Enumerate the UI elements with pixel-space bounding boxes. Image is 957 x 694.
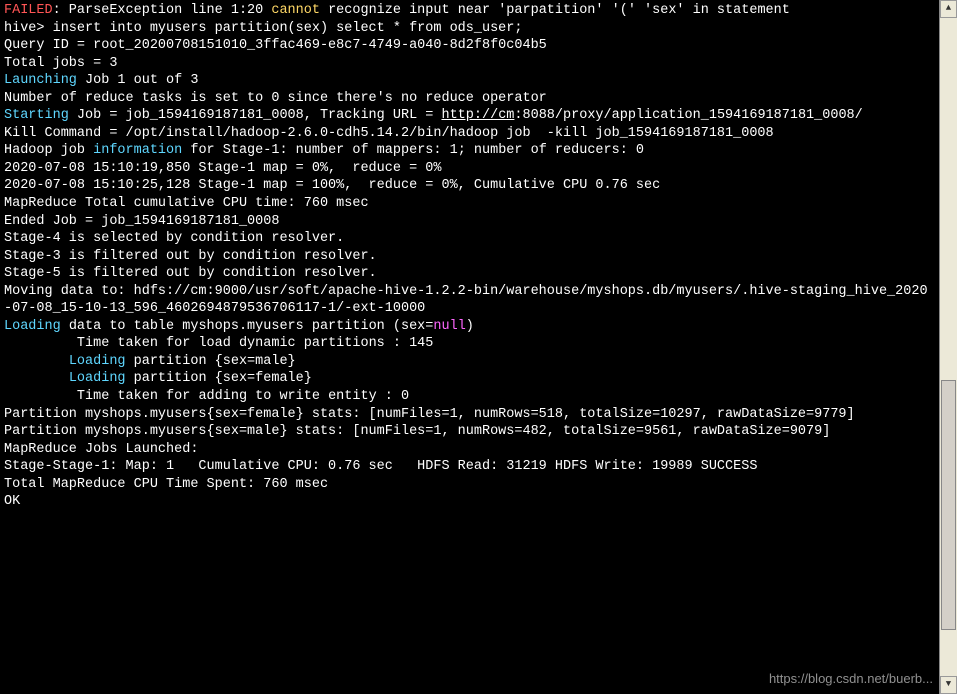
terminal-line: Loading data to table myshops.myusers pa… <box>4 318 932 336</box>
terminal-text: Total jobs = 3 <box>4 56 117 71</box>
terminal-text: 2020-07-08 15:10:19,850 Stage-1 map = 0%… <box>4 161 441 176</box>
terminal-text: Moving data to: hdfs://cm:9000/usr/soft/… <box>4 284 928 317</box>
terminal-line: 2020-07-08 15:10:19,850 Stage-1 map = 0%… <box>4 160 932 178</box>
terminal-text: Partition myshops.myusers{sex=female} st… <box>4 407 855 422</box>
terminal-line: OK <box>4 493 932 511</box>
terminal-text: for Stage-1: number of mappers: 1; numbe… <box>182 143 644 158</box>
terminal-text: Job 1 out of 3 <box>77 73 199 88</box>
terminal-text: Loading <box>4 319 61 334</box>
terminal-line: Total jobs = 3 <box>4 55 932 73</box>
terminal-line: Stage-5 is filtered out by condition res… <box>4 265 932 283</box>
terminal-line: Stage-4 is selected by condition resolve… <box>4 230 932 248</box>
terminal-text <box>4 354 69 369</box>
terminal-line: 2020-07-08 15:10:25,128 Stage-1 map = 10… <box>4 177 932 195</box>
terminal-text: Total MapReduce CPU Time Spent: 760 msec <box>4 477 328 492</box>
terminal-line: Number of reduce tasks is set to 0 since… <box>4 90 932 108</box>
terminal-line: Loading partition {sex=male} <box>4 353 932 371</box>
terminal-text: Stage-3 is filtered out by condition res… <box>4 249 377 264</box>
terminal-text: null <box>433 319 465 334</box>
vertical-scrollbar[interactable]: ▲ ▼ <box>939 0 957 694</box>
terminal-line: Total MapReduce CPU Time Spent: 760 msec <box>4 476 932 494</box>
scroll-down-button[interactable]: ▼ <box>940 676 957 694</box>
terminal-line: hive> insert into myusers partition(sex)… <box>4 20 932 38</box>
terminal-output[interactable]: FAILED: ParseException line 1:20 cannot … <box>0 0 936 513</box>
terminal-text: http://cm <box>441 108 514 123</box>
terminal-text: ) <box>466 319 474 334</box>
terminal-text: Loading <box>69 354 126 369</box>
terminal-line: MapReduce Total cumulative CPU time: 760… <box>4 195 932 213</box>
terminal-text <box>4 371 69 386</box>
terminal-text: Partition myshops.myusers{sex=male} stat… <box>4 424 830 439</box>
terminal-text: Time taken for load dynamic partitions :… <box>4 336 433 351</box>
terminal-line: Time taken for load dynamic partitions :… <box>4 335 932 353</box>
terminal-text: information <box>93 143 182 158</box>
terminal-line: Hadoop job information for Stage-1: numb… <box>4 142 932 160</box>
terminal-line: Starting Job = job_1594169187181_0008, T… <box>4 107 932 125</box>
terminal-line: Stage-3 is filtered out by condition res… <box>4 248 932 266</box>
terminal-line: Partition myshops.myusers{sex=female} st… <box>4 406 932 424</box>
terminal-text: Stage-4 is selected by condition resolve… <box>4 231 344 246</box>
scroll-track[interactable] <box>940 18 957 676</box>
terminal-text: partition {sex=male} <box>126 354 296 369</box>
terminal-line: Stage-Stage-1: Map: 1 Cumulative CPU: 0.… <box>4 458 932 476</box>
watermark-text: https://blog.csdn.net/buerb... <box>769 671 933 688</box>
terminal-text: Job = job_1594169187181_0008, Tracking U… <box>69 108 442 123</box>
terminal-line: MapReduce Jobs Launched: <box>4 441 932 459</box>
terminal-line: Kill Command = /opt/install/hadoop-2.6.0… <box>4 125 932 143</box>
terminal-text: Query ID = root_20200708151010_3ffac469-… <box>4 38 547 53</box>
scroll-thumb[interactable] <box>941 380 956 630</box>
terminal-text: 2020-07-08 15:10:25,128 Stage-1 map = 10… <box>4 178 660 193</box>
terminal-line: Loading partition {sex=female} <box>4 370 932 388</box>
terminal-text: recognize input near 'parpatition' '(' '… <box>320 3 790 18</box>
terminal-text: Number of reduce tasks is set to 0 since… <box>4 91 547 106</box>
terminal-text: OK <box>4 494 20 509</box>
terminal-line: Partition myshops.myusers{sex=male} stat… <box>4 423 932 441</box>
terminal-line: Query ID = root_20200708151010_3ffac469-… <box>4 37 932 55</box>
terminal-text: :8088/proxy/application_1594169187181_00… <box>514 108 862 123</box>
terminal-text: data to table myshops.myusers partition … <box>61 319 434 334</box>
terminal-text: Hadoop job <box>4 143 93 158</box>
terminal-text: : ParseException line 1:20 <box>53 3 272 18</box>
terminal-text: cannot <box>271 3 320 18</box>
terminal-text: Kill Command = /opt/install/hadoop-2.6.0… <box>4 126 774 141</box>
terminal-line: Ended Job = job_1594169187181_0008 <box>4 213 932 231</box>
terminal-text: hive> insert into myusers partition(sex)… <box>4 21 522 36</box>
terminal-line: Moving data to: hdfs://cm:9000/usr/soft/… <box>4 283 932 318</box>
terminal-text: Launching <box>4 73 77 88</box>
scroll-up-button[interactable]: ▲ <box>940 0 957 18</box>
terminal-line: FAILED: ParseException line 1:20 cannot … <box>4 2 932 20</box>
terminal-line: Launching Job 1 out of 3 <box>4 72 932 90</box>
terminal-line: Time taken for adding to write entity : … <box>4 388 932 406</box>
terminal-text: MapReduce Jobs Launched: <box>4 442 198 457</box>
terminal-text: Ended Job = job_1594169187181_0008 <box>4 214 279 229</box>
terminal-text: MapReduce Total cumulative CPU time: 760… <box>4 196 369 211</box>
terminal-text: Stage-5 is filtered out by condition res… <box>4 266 377 281</box>
terminal-text: Starting <box>4 108 69 123</box>
terminal-text: Time taken for adding to write entity : … <box>4 389 409 404</box>
terminal-text: Stage-Stage-1: Map: 1 Cumulative CPU: 0.… <box>4 459 757 474</box>
terminal-text: Loading <box>69 371 126 386</box>
terminal-text: FAILED <box>4 3 53 18</box>
terminal-text: partition {sex=female} <box>126 371 312 386</box>
